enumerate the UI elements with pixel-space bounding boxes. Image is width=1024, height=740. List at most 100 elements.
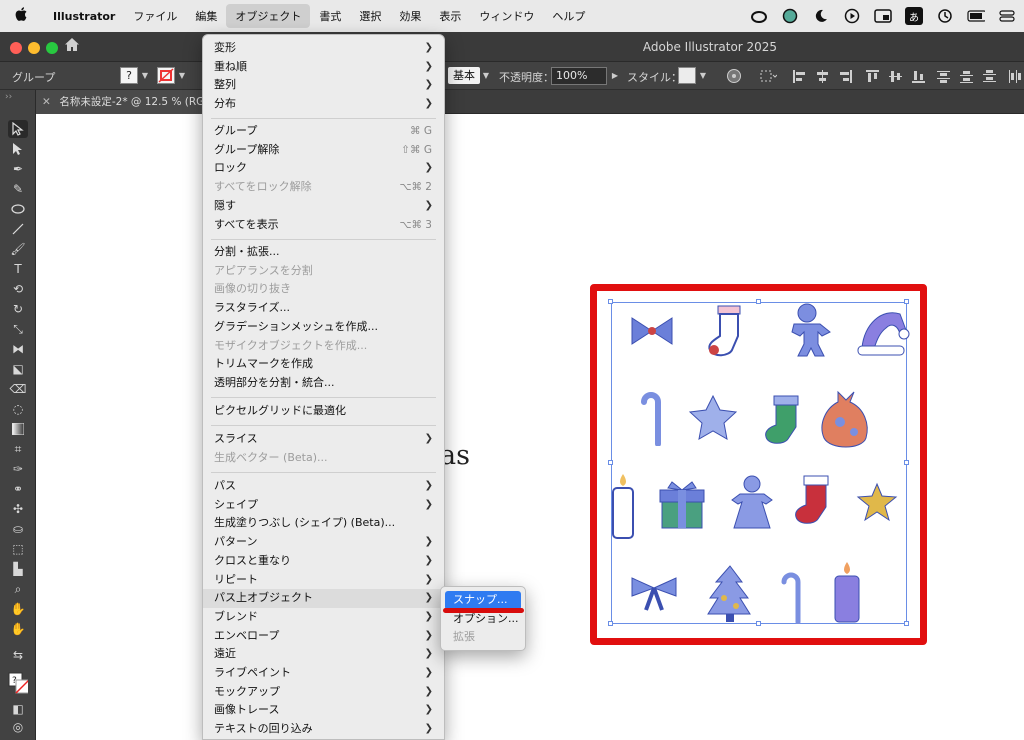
mesh-tool-icon[interactable]: ⌗ bbox=[8, 440, 28, 458]
menu-item-objects-on-path[interactable]: パス上オブジェクト ❯ bbox=[203, 589, 444, 608]
zoom-window-button[interactable] bbox=[46, 42, 58, 54]
menu-item-mockup[interactable]: モックアップ ❯ bbox=[203, 683, 444, 702]
graphic-style-chevron-icon[interactable]: ▼ bbox=[697, 67, 709, 84]
opacity-input[interactable]: 100% bbox=[551, 67, 607, 85]
menu-item-lock[interactable]: ロック ❯ bbox=[203, 159, 444, 178]
menu-select[interactable]: 選択 bbox=[350, 4, 390, 28]
distribute-left-icon[interactable] bbox=[1008, 70, 1021, 83]
menu-item-live-paint[interactable]: ライブペイント ❯ bbox=[203, 664, 444, 683]
stroke-style-chevron-icon[interactable]: ▼ bbox=[480, 67, 492, 84]
menu-item-hide[interactable]: 隠す ❯ bbox=[203, 197, 444, 216]
menu-item-distribute[interactable]: 分布 ❯ bbox=[203, 95, 444, 114]
align-right-icon[interactable] bbox=[839, 70, 852, 83]
fill-dropdown-chevron-icon[interactable]: ▼ bbox=[139, 67, 151, 84]
color-mode-icon[interactable]: ◧ bbox=[8, 700, 28, 718]
menu-type[interactable]: 書式 bbox=[310, 4, 350, 28]
stroke-swatch[interactable] bbox=[157, 67, 175, 84]
menu-item-create-gradient-mesh[interactable]: グラデーションメッシュを作成... bbox=[203, 318, 444, 337]
close-window-button[interactable] bbox=[10, 42, 22, 54]
align-horizontal-center-icon[interactable] bbox=[816, 70, 829, 83]
align-top-icon[interactable] bbox=[866, 70, 879, 83]
fill-stroke-indicator-icon[interactable]: ? bbox=[8, 670, 28, 696]
reflect-tool-icon[interactable]: ⧓ bbox=[8, 340, 28, 358]
shape-builder-tool-icon[interactable]: ⬕ bbox=[8, 360, 28, 378]
opacity-arrow-icon[interactable]: ▶ bbox=[609, 67, 621, 84]
line-tool-icon[interactable] bbox=[8, 220, 28, 238]
screen-record-icon[interactable] bbox=[874, 7, 892, 25]
menu-item-make-pixel-perfect[interactable]: ピクセルグリッドに最適化 bbox=[203, 402, 444, 421]
blend-tool-icon[interactable]: ⚭ bbox=[8, 480, 28, 498]
selection-handle[interactable] bbox=[608, 621, 613, 626]
menu-item-path[interactable]: パス ❯ bbox=[203, 477, 444, 496]
curvature-tool-icon[interactable]: ✎ bbox=[8, 180, 28, 198]
menu-object[interactable]: オブジェクト bbox=[226, 4, 311, 28]
battery-icon[interactable] bbox=[967, 7, 985, 25]
control-center-icon[interactable] bbox=[998, 7, 1016, 25]
menu-item-ungroup[interactable]: グループ解除 ⇧⌘ G bbox=[203, 141, 444, 160]
stroke-dropdown-chevron-icon[interactable]: ▼ bbox=[176, 67, 188, 84]
stroke-style-select[interactable]: 基本 bbox=[448, 67, 480, 84]
menu-app-name[interactable]: Illustrator bbox=[44, 6, 124, 27]
menu-window[interactable]: ウィンドウ bbox=[470, 4, 543, 28]
rotate-tool-icon[interactable]: ↻ bbox=[8, 300, 28, 318]
ellipse-tool-icon[interactable] bbox=[8, 200, 28, 218]
menu-item-create-trim-marks[interactable]: トリムマークを作成 bbox=[203, 355, 444, 374]
pen-tool-icon[interactable]: ✒ bbox=[8, 160, 28, 178]
creative-cloud-icon[interactable] bbox=[750, 7, 768, 25]
menu-effect[interactable]: 効果 bbox=[390, 4, 430, 28]
menu-item-slice[interactable]: スライス ❯ bbox=[203, 430, 444, 449]
home-icon[interactable] bbox=[64, 37, 80, 56]
distribute-vertical-center-icon[interactable] bbox=[960, 70, 973, 83]
distribute-bottom-icon[interactable] bbox=[983, 70, 996, 83]
input-method-icon[interactable]: あ bbox=[905, 7, 923, 25]
eraser-tool-icon[interactable]: ⌫ bbox=[8, 380, 28, 398]
menu-item-blend[interactable]: ブレンド ❯ bbox=[203, 608, 444, 627]
document-tab[interactable]: ✕ 名称未設定-2* @ 12.5 % (RGB/プ bbox=[36, 90, 206, 114]
menu-item-envelope-distort[interactable]: エンベロープ ❯ bbox=[203, 627, 444, 646]
menu-item-transform[interactable]: 変形 ❯ bbox=[203, 39, 444, 58]
gradient-tool-icon[interactable] bbox=[8, 420, 28, 438]
globe-icon[interactable] bbox=[781, 7, 799, 25]
graph-tool-icon[interactable]: ▙ bbox=[8, 560, 28, 578]
menu-item-perspective[interactable]: 遠近 ❯ bbox=[203, 645, 444, 664]
menu-item-repeat[interactable]: リピート ❯ bbox=[203, 571, 444, 590]
rotate-view-tool-icon[interactable]: ✋ bbox=[8, 620, 28, 638]
menu-item-rasterize[interactable]: ラスタライズ... bbox=[203, 299, 444, 318]
recolor-artwork-icon[interactable] bbox=[724, 67, 744, 85]
selection-handle[interactable] bbox=[608, 299, 613, 304]
artboard-tool-icon[interactable]: ⬚ bbox=[8, 540, 28, 558]
menu-file[interactable]: ファイル bbox=[124, 4, 186, 28]
time-machine-icon[interactable] bbox=[936, 7, 954, 25]
selection-handle[interactable] bbox=[904, 460, 909, 465]
lasso-tool-icon[interactable]: ◌ bbox=[8, 400, 28, 418]
align-to-selection-icon[interactable] bbox=[758, 67, 778, 85]
draw-mode-icon[interactable]: ◎ bbox=[8, 718, 28, 736]
minimize-window-button[interactable] bbox=[28, 42, 40, 54]
graphic-style-swatch[interactable] bbox=[678, 67, 696, 84]
play-icon[interactable] bbox=[843, 7, 861, 25]
eyedropper-tool-icon[interactable]: ✑ bbox=[8, 460, 28, 478]
paintbrush-tool-icon[interactable]: 🖌 bbox=[8, 240, 28, 258]
menu-edit[interactable]: 編集 bbox=[186, 4, 226, 28]
panel-collapse-icon[interactable]: ›› bbox=[0, 90, 35, 114]
menu-item-intertwine[interactable]: クロスと重なり ❯ bbox=[203, 552, 444, 571]
selection-tool-icon[interactable] bbox=[8, 120, 28, 138]
close-tab-icon[interactable]: ✕ bbox=[42, 90, 56, 114]
selection-handle[interactable] bbox=[756, 299, 761, 304]
submenu-item-attach[interactable]: スナップ... bbox=[445, 591, 521, 610]
menu-item-generative-shape-fill[interactable]: 生成塗りつぶし (シェイプ) (Beta)... bbox=[203, 514, 444, 533]
type-tool-icon[interactable]: T bbox=[8, 260, 28, 278]
apple-icon[interactable] bbox=[0, 6, 44, 26]
menu-view[interactable]: 表示 bbox=[430, 4, 470, 28]
menu-item-arrange[interactable]: 重ね順 ❯ bbox=[203, 58, 444, 77]
align-left-icon[interactable] bbox=[793, 70, 806, 83]
selection-handle[interactable] bbox=[904, 621, 909, 626]
live-paint-tool-icon[interactable]: ⛀ bbox=[8, 520, 28, 538]
menu-item-pattern[interactable]: パターン ❯ bbox=[203, 533, 444, 552]
menu-item-image-trace[interactable]: 画像トレース ❯ bbox=[203, 701, 444, 720]
swap-fill-stroke-icon[interactable]: ⇆ bbox=[8, 646, 28, 664]
selection-handle[interactable] bbox=[756, 621, 761, 626]
symbol-sprayer-tool-icon[interactable]: ✣ bbox=[8, 500, 28, 518]
menu-item-shape[interactable]: シェイプ ❯ bbox=[203, 496, 444, 515]
zoom-tool-icon[interactable]: ⌕ bbox=[8, 580, 28, 598]
